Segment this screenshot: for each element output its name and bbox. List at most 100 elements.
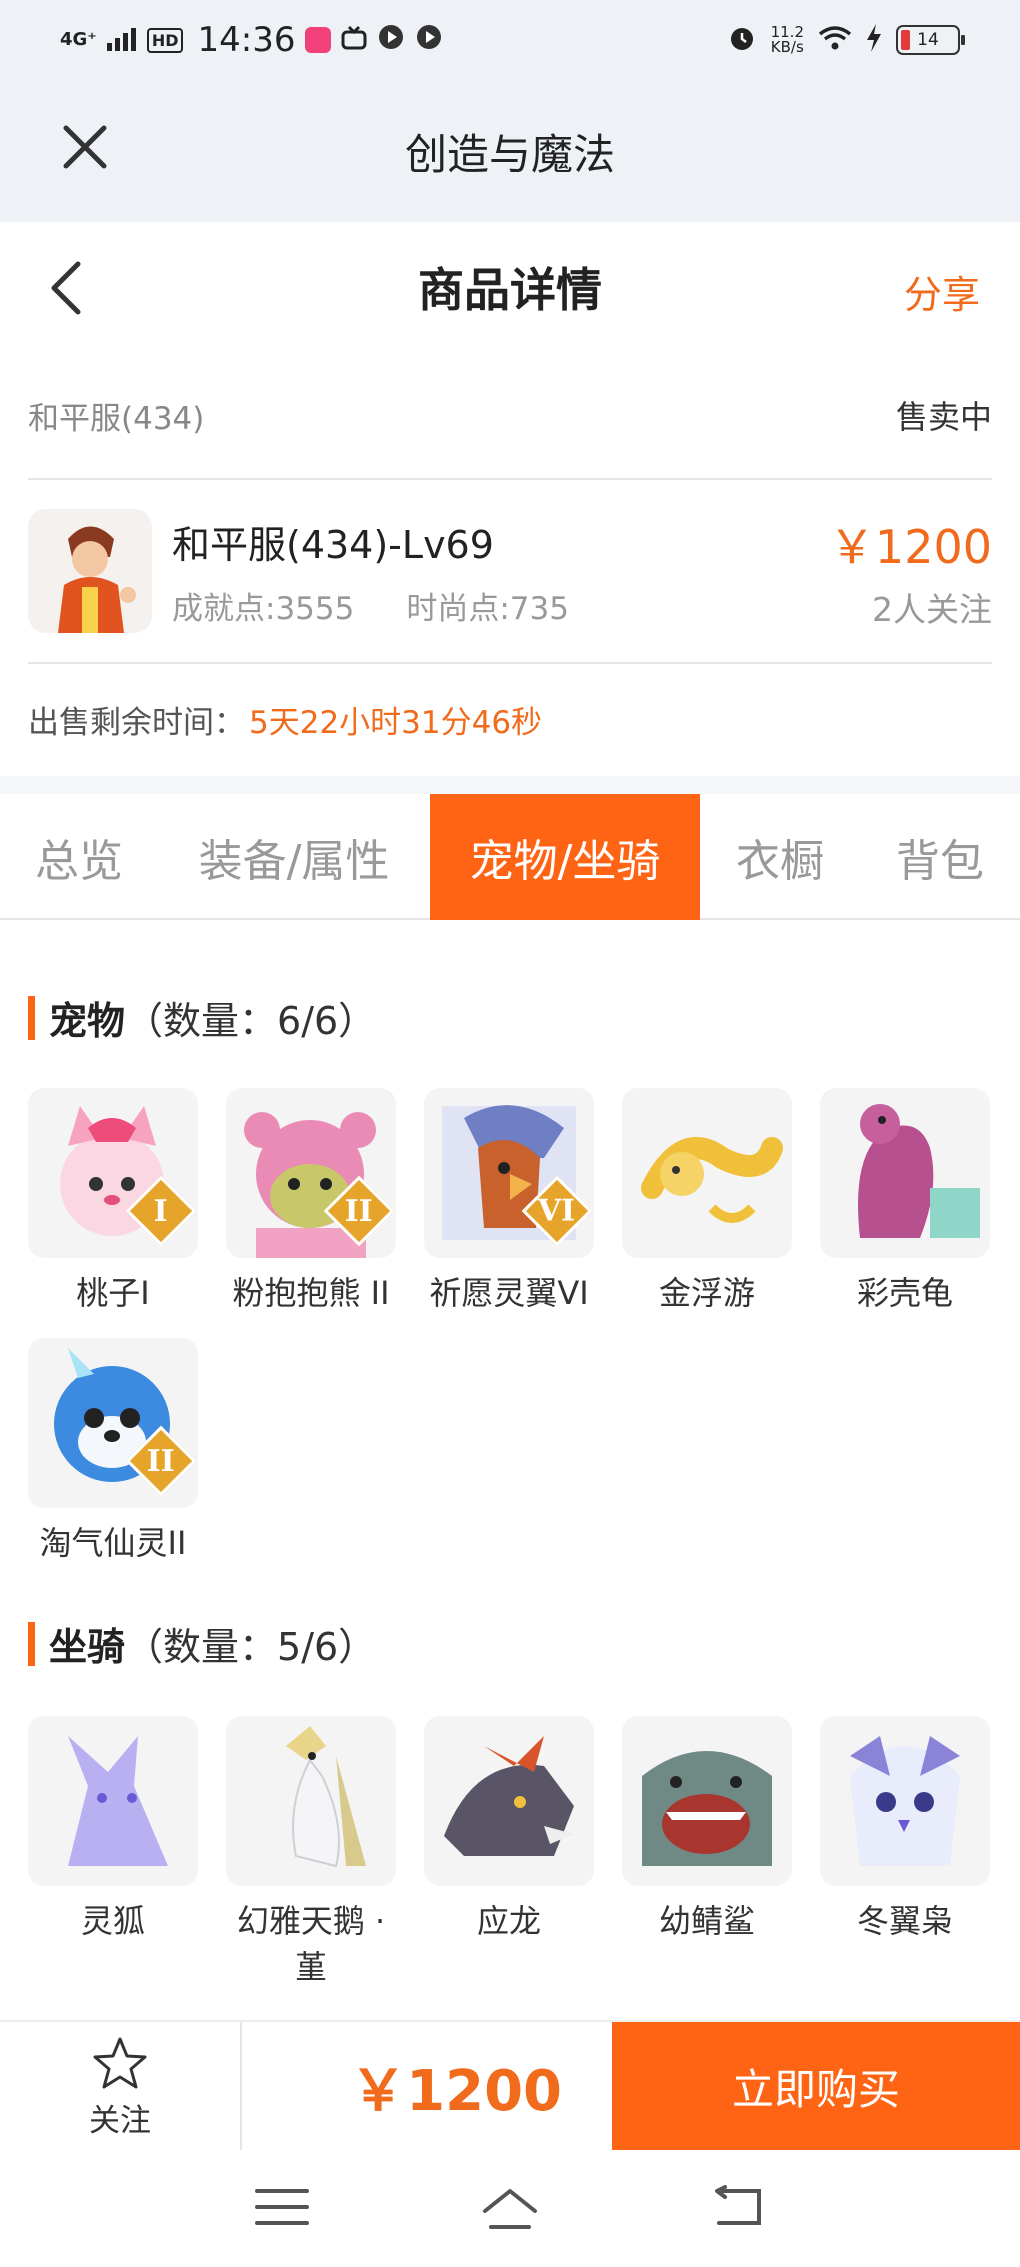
avatar <box>28 509 152 633</box>
network-speed: 11.2 KB/s <box>770 23 804 56</box>
share-button[interactable]: 分享 <box>904 264 980 319</box>
pet-item[interactable]: 彩壳龟 <box>820 1088 990 1316</box>
bottom-action-bar: 关注 ￥1200 立即购买 <box>0 2020 1020 2152</box>
pet-name: 淘气仙灵II <box>39 1524 187 1562</box>
pet-name: 金浮游 <box>658 1274 755 1312</box>
mount-name: 幼鲭鲨 <box>658 1902 755 1940</box>
mount-item[interactable]: 冬翼枭 <box>820 1716 990 1990</box>
network-indicator: 4G⁺ <box>60 29 97 50</box>
tab-bar: 总览 装备/属性 宠物/坐骑 衣橱 背包 <box>0 794 1020 920</box>
play-icon <box>415 20 443 60</box>
app-header: 创造与魔法 <box>0 80 1020 222</box>
mount-item[interactable]: 灵狐 <box>28 1716 198 1990</box>
pet-item[interactable]: II 粉抱抱熊 II <box>226 1088 396 1316</box>
pet-thumbnail: II <box>28 1338 198 1508</box>
pet-name: 彩壳龟 <box>856 1274 953 1312</box>
pet-item[interactable]: VI 祈愿灵翼VI <box>424 1088 594 1316</box>
server-name: 和平服(434) <box>28 400 205 437</box>
tab-wardrobe[interactable]: 衣橱 <box>700 794 860 920</box>
page-title: 商品详情 <box>418 263 602 317</box>
product-details: 和平服(434)-Lv69 成就点:3555 时尚点:735 <box>172 514 569 628</box>
status-left: 4G⁺ HD 14:36 <box>60 20 443 60</box>
mount-name: 幻雅天鹅 · 堇 <box>236 1902 386 1986</box>
tab-pets-mounts[interactable]: 宠物/坐骑 <box>430 794 700 920</box>
mount-item[interactable]: 应龙 <box>424 1716 594 1990</box>
wifi-icon <box>818 25 852 56</box>
back-arrow-icon[interactable] <box>46 260 86 316</box>
app-notification-icon <box>305 27 332 53</box>
product-info: 和平服(434) 售卖中 和平服(434)-Lv69 成就点:3555 时尚点:… <box>28 352 992 774</box>
hd-badge: HD <box>146 27 184 53</box>
follow-label: 关注 <box>89 2102 151 2139</box>
mounts-count: （数量：5/6） <box>125 1625 377 1669</box>
pet-thumbnail <box>622 1088 792 1258</box>
section-accent-bar <box>28 1621 35 1666</box>
follower-count: 2人关注 <box>872 590 992 629</box>
system-nav-bar <box>0 2150 1020 2267</box>
pet-item[interactable]: 金浮游 <box>622 1088 792 1316</box>
play-icon <box>377 20 405 60</box>
pet-name: 祈愿灵翼VI <box>429 1274 589 1312</box>
fashion-points: 时尚点:735 <box>406 591 569 627</box>
tab-overview[interactable]: 总览 <box>0 794 158 920</box>
bottom-price: ￥1200 <box>350 2058 562 2124</box>
pet-thumbnail: II <box>226 1088 396 1258</box>
tab-backpack[interactable]: 背包 <box>860 794 1020 920</box>
status-right: 11.2 KB/s 14 <box>727 23 965 58</box>
mounts-title: 坐骑 <box>49 1625 126 1669</box>
product-price: ￥1200 <box>828 520 992 574</box>
mount-thumbnail <box>424 1716 594 1886</box>
close-icon[interactable] <box>58 120 112 174</box>
mount-item[interactable]: 幻雅天鹅 · 堇 <box>226 1716 396 1990</box>
price-block: ￥1200 2人关注 <box>829 511 992 631</box>
app-title: 创造与魔法 <box>404 129 615 179</box>
page-nav: 商品详情 分享 <box>0 222 1020 352</box>
product-row: 和平服(434)-Lv69 成就点:3555 时尚点:735 ￥1200 2人关… <box>28 480 992 664</box>
pet-item[interactable]: II 淘气仙灵II <box>28 1338 198 1566</box>
section-accent-bar <box>28 995 35 1040</box>
remaining-time-row: 出售剩余时间： 5天22小时31分46秒 <box>28 664 992 774</box>
server-row: 和平服(434) 售卖中 <box>28 352 992 480</box>
pet-thumbnail: I <box>28 1088 198 1258</box>
pet-item[interactable]: I 桃子I <box>28 1088 198 1316</box>
clock: 14:36 <box>197 20 296 60</box>
follow-button[interactable]: 关注 <box>0 2022 242 2152</box>
pet-name: 粉抱抱熊 II <box>232 1274 390 1312</box>
status-badge: 售卖中 <box>895 398 992 436</box>
alarm-icon <box>727 23 757 58</box>
charging-icon <box>866 23 882 57</box>
back-nav-icon[interactable] <box>709 2183 767 2235</box>
remaining-time-value: 5天22小时31分46秒 <box>249 704 543 741</box>
mounts-section-title: 坐骑 （数量：5/6） <box>28 1616 376 1671</box>
mount-thumbnail <box>820 1716 990 1886</box>
achievement-points: 成就点:3555 <box>172 591 355 627</box>
mount-name: 冬翼枭 <box>856 1902 953 1940</box>
buy-now-button[interactable]: 立即购买 <box>612 2022 1020 2150</box>
home-icon[interactable] <box>481 2183 539 2235</box>
tab-equipment[interactable]: 装备/属性 <box>158 794 430 920</box>
mount-item[interactable]: 幼鲭鲨 <box>622 1716 792 1990</box>
pet-thumbnail <box>820 1088 990 1258</box>
mount-thumbnail <box>28 1716 198 1886</box>
pet-thumbnail: VI <box>424 1088 594 1258</box>
product-title: 和平服(434)-Lv69 <box>172 523 494 567</box>
pet-name: 桃子I <box>76 1274 150 1312</box>
remaining-time-label: 出售剩余时间： <box>28 704 245 741</box>
pets-title: 宠物 <box>49 999 126 1043</box>
product-stats: 成就点:3555 时尚点:735 <box>172 583 569 628</box>
status-bar: 4G⁺ HD 14:36 11.2 KB/s 14 <box>0 0 1020 80</box>
signal-icon <box>106 20 137 60</box>
mount-thumbnail <box>226 1716 396 1886</box>
mount-name: 应龙 <box>476 1902 541 1940</box>
pets-grid: I 桃子I II 粉抱抱熊 II VI 祈愿灵翼VI 金浮游 彩壳龟 II 淘气… <box>28 1088 990 1566</box>
battery-icon: 14 <box>896 25 965 55</box>
tv-icon <box>341 20 367 60</box>
mount-name: 灵狐 <box>80 1902 145 1940</box>
section-divider <box>0 776 1020 794</box>
pets-count: （数量：6/6） <box>125 999 377 1043</box>
mounts-grid: 灵狐 幻雅天鹅 · 堇 应龙 幼鲭鲨 冬翼枭 <box>28 1716 990 1990</box>
pets-section-title: 宠物 （数量：6/6） <box>28 990 376 1045</box>
menu-icon[interactable] <box>253 2183 311 2235</box>
star-icon <box>93 2037 147 2088</box>
mount-thumbnail <box>622 1716 792 1886</box>
